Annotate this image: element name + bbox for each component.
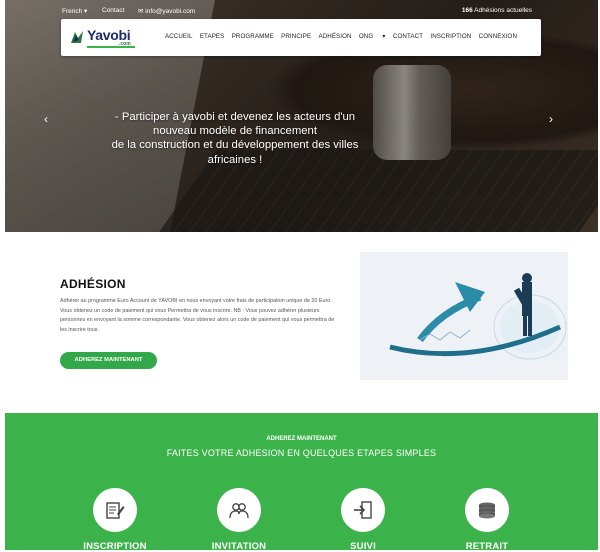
nav-item-principe[interactable]: PRINCIPE — [281, 33, 311, 40]
email-link[interactable]: ✉ info@yavobi.com — [138, 7, 195, 15]
step-invitation[interactable]: INVITATION — [199, 488, 279, 552]
nav-item-ong[interactable]: ONG ▾ — [359, 33, 386, 40]
nav-item-accueil[interactable]: ACCUEIL — [165, 33, 193, 40]
hero-caption: - Participer à yavobi et devenez les act… — [111, 111, 359, 166]
sign-in-icon — [354, 501, 372, 519]
contact-link[interactable]: Contact — [102, 7, 124, 14]
step-label: INVITATION — [211, 541, 267, 552]
step-retrait[interactable]: RETRAIT — [447, 488, 527, 552]
mail-icon: ✉ — [138, 8, 144, 15]
nav-item-etapes[interactable]: ETAPES — [200, 33, 225, 40]
step-label: RETRAIT — [465, 541, 509, 552]
nav-item-contact[interactable]: CONTACT — [393, 33, 423, 40]
edit-form-icon — [106, 502, 125, 519]
page: French ▾ Contact ✉ info@yavobi.com 166 A… — [0, 0, 600, 552]
members-count: 166 Adhésions actuelles — [461, 7, 532, 14]
steps-section: ADHEREZ MAINTENANT FAITES VOTRE ADHESION… — [5, 413, 598, 552]
nav-menu: ACCUEIL ETAPES PROGRAMME PRINCIPE ADHÉSI… — [165, 33, 524, 40]
steps-subtitle: ADHEREZ MAINTENANT — [266, 436, 337, 442]
step-label: INSCRIPTION — [83, 541, 147, 552]
nav-item-connexion[interactable]: CONNEXION — [479, 33, 517, 40]
top-bar: French ▾ Contact ✉ info@yavobi.com 166 A… — [62, 5, 590, 19]
language-select[interactable]: French ▾ — [62, 7, 87, 15]
logo[interactable]: Yavobi .com — [69, 27, 135, 51]
adhesion-illustration — [360, 252, 568, 380]
carousel-prev-icon[interactable]: ‹ — [44, 112, 48, 126]
step-inscription[interactable]: INSCRIPTION — [75, 488, 155, 552]
coins-icon — [479, 502, 495, 519]
adhere-now-button[interactable]: ADHEREZ MAINTENANT — [60, 352, 157, 369]
steps-title: FAITES VOTRE ADHESION EN QUELQUES ETAPES… — [166, 448, 437, 458]
adhesion-title: ADHÉSION — [60, 277, 126, 291]
nav-item-programme[interactable]: PROGRAMME — [232, 33, 274, 40]
main-navbar: Yavobi .com ACCUEIL ETAPES PROGRAMME PRI… — [61, 19, 541, 56]
step-label: SUIVI — [350, 541, 376, 552]
logo-icon — [71, 31, 83, 43]
step-suivi[interactable]: SUIVI — [323, 488, 403, 552]
carousel-next-icon[interactable]: › — [549, 112, 553, 126]
growth-arrow-illustration — [389, 273, 567, 360]
nav-item-adhesion[interactable]: ADHÉSION — [318, 33, 351, 40]
users-icon — [229, 503, 249, 519]
adhesion-text: Adhérer au programme Euro Account de YAV… — [60, 298, 335, 334]
nav-item-inscription[interactable]: INSCRIPTION — [430, 33, 471, 40]
